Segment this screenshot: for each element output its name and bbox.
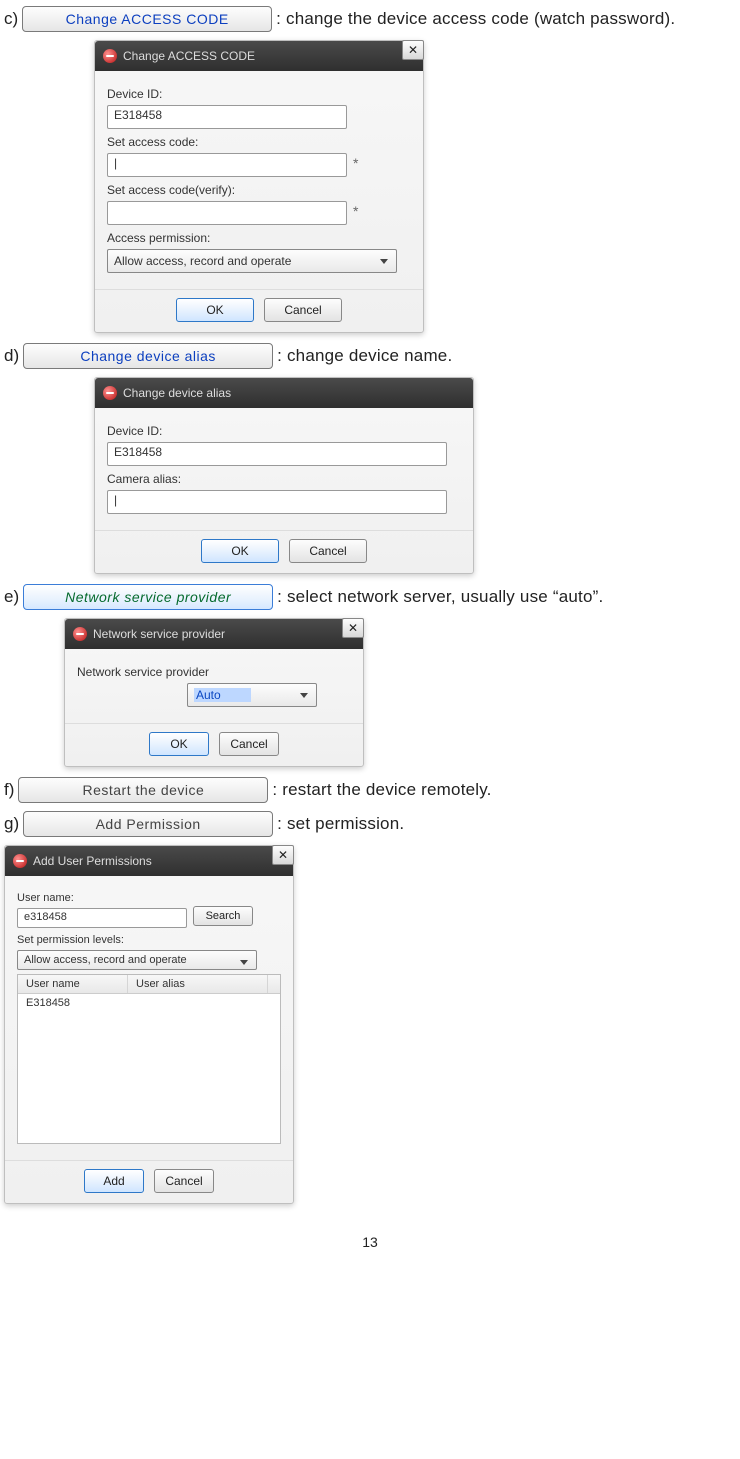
item-letter-d: d) — [4, 346, 19, 366]
cancel-button[interactable]: Cancel — [289, 539, 367, 563]
device-id-field[interactable]: E318458 — [107, 105, 347, 129]
col-user-alias: User alias — [128, 975, 268, 993]
ok-button[interactable]: OK — [176, 298, 254, 322]
set-access-code-label: Set access code: — [107, 135, 411, 149]
permission-levels-label: Set permission levels: — [17, 934, 281, 946]
nsp-value: Auto — [194, 688, 251, 702]
dialog-title: Change ACCESS CODE — [123, 49, 255, 63]
cancel-button[interactable]: Cancel — [154, 1169, 214, 1193]
required-star: * — [353, 203, 358, 219]
cancel-button[interactable]: Cancel — [264, 298, 342, 322]
search-button[interactable]: Search — [193, 906, 253, 926]
permission-levels-value: Allow access, record and operate — [24, 954, 187, 966]
item-desc-e: : select network server, usually use “au… — [277, 587, 603, 607]
item-letter-f: f) — [4, 780, 14, 800]
dialog-title: Change device alias — [123, 386, 231, 400]
restart-device-button[interactable]: Restart the device — [18, 777, 268, 803]
change-device-alias-button[interactable]: Change device alias — [23, 343, 273, 369]
add-permission-button[interactable]: Add Permission — [23, 811, 273, 837]
verify-access-code-field[interactable] — [107, 201, 347, 225]
required-star: * — [353, 155, 358, 171]
add-button[interactable]: Add — [84, 1169, 144, 1193]
page-number: 13 — [4, 1234, 736, 1250]
close-icon[interactable]: ✕ — [272, 845, 294, 865]
verify-access-code-label: Set access code(verify): — [107, 183, 411, 197]
app-icon — [103, 386, 117, 400]
item-desc-f: : restart the device remotely. — [272, 780, 491, 800]
close-icon[interactable]: ✕ — [342, 618, 364, 638]
camera-alias-field[interactable]: | — [107, 490, 447, 514]
item-desc-d: : change device name. — [277, 346, 452, 366]
table-row[interactable]: E318458 — [18, 994, 280, 1012]
user-name-field[interactable]: e318458 — [17, 908, 187, 928]
item-letter-g: g) — [4, 814, 19, 834]
app-icon — [103, 49, 117, 63]
access-permission-label: Access permission: — [107, 231, 411, 245]
nsp-label: Network service provider — [77, 665, 351, 679]
dialog-title: Network service provider — [93, 627, 225, 641]
network-service-provider-button[interactable]: Network service provider — [23, 584, 273, 610]
cell-user-name: E318458 — [18, 994, 128, 1012]
device-id-label: Device ID: — [107, 424, 461, 438]
device-id-field[interactable]: E318458 — [107, 442, 447, 466]
change-access-code-button[interactable]: Change ACCESS CODE — [22, 6, 272, 32]
item-letter-c: c) — [4, 9, 18, 29]
permissions-table[interactable]: User name User alias E318458 — [17, 974, 281, 1144]
item-desc-c: : change the device access code (watch p… — [276, 9, 675, 29]
col-user-name: User name — [18, 975, 128, 993]
camera-alias-label: Camera alias: — [107, 472, 461, 486]
access-permission-value: Allow access, record and operate — [114, 254, 291, 268]
item-desc-g: : set permission. — [277, 814, 404, 834]
cell-user-alias — [128, 994, 268, 1012]
cancel-button[interactable]: Cancel — [219, 732, 279, 756]
ok-button[interactable]: OK — [201, 539, 279, 563]
app-icon — [73, 627, 87, 641]
nsp-select[interactable]: Auto — [187, 683, 317, 707]
set-access-code-field[interactable]: | — [107, 153, 347, 177]
user-name-label: User name: — [17, 892, 281, 904]
device-id-label: Device ID: — [107, 87, 411, 101]
permission-levels-select[interactable]: Allow access, record and operate — [17, 950, 257, 970]
app-icon — [13, 854, 27, 868]
ok-button[interactable]: OK — [149, 732, 209, 756]
item-letter-e: e) — [4, 587, 19, 607]
access-permission-select[interactable]: Allow access, record and operate — [107, 249, 397, 273]
dialog-title: Add User Permissions — [33, 854, 152, 868]
close-icon[interactable]: ✕ — [402, 40, 424, 60]
